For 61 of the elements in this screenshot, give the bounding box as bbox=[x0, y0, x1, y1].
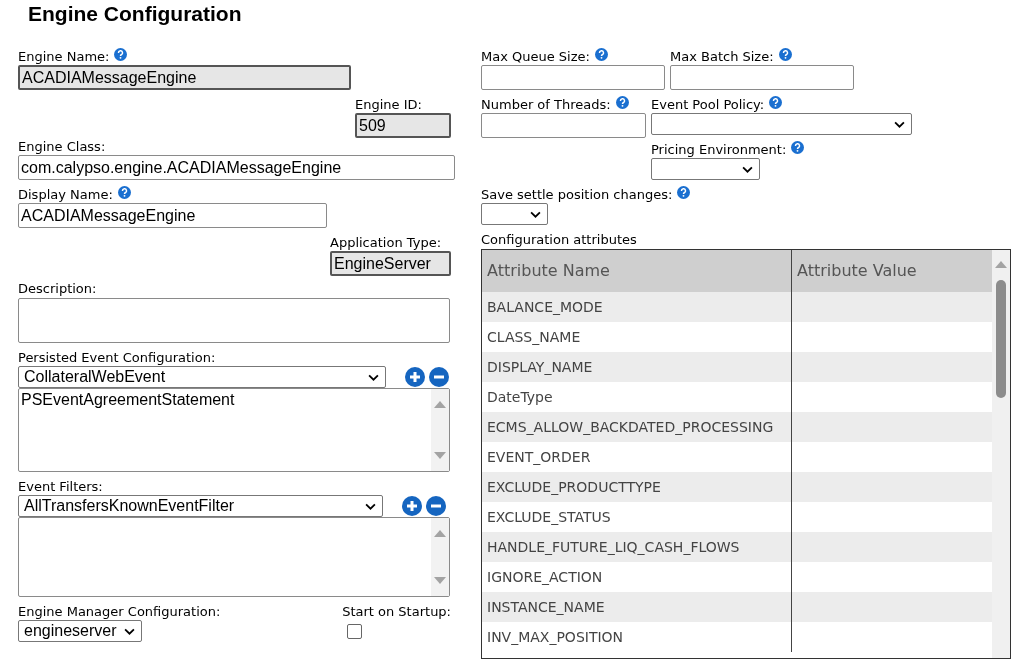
help-icon[interactable] bbox=[778, 48, 792, 61]
scrollbar[interactable] bbox=[431, 518, 449, 596]
field-label: Persisted Event Configuration: bbox=[18, 349, 216, 366]
chevron-down-icon bbox=[368, 373, 379, 381]
help-icon[interactable] bbox=[615, 96, 629, 109]
add-icon[interactable] bbox=[405, 367, 425, 387]
select-field[interactable]: CollateralWebEvent bbox=[18, 366, 386, 388]
number-of-threads-field[interactable] bbox=[481, 113, 646, 138]
field-label: Engine Class: bbox=[18, 138, 106, 155]
chevron-down-icon bbox=[894, 120, 905, 128]
list-box[interactable] bbox=[18, 517, 450, 597]
list-box[interactable]: PSEventAgreementStatement bbox=[18, 388, 450, 472]
help-icon[interactable] bbox=[677, 186, 691, 199]
field-label: Display Name: bbox=[18, 186, 113, 203]
display-name-field[interactable]: ACADIAMessageEngine bbox=[18, 203, 327, 228]
table-cell[interactable]: INV_MAX_POSITION bbox=[482, 622, 792, 652]
description-field[interactable] bbox=[18, 298, 450, 343]
chevron-down-icon bbox=[365, 502, 376, 510]
field-label: Pricing Environment: bbox=[651, 141, 787, 158]
field-label: Engine Manager Configuration: bbox=[18, 603, 221, 620]
scroll-up-icon[interactable] bbox=[434, 530, 446, 537]
field-label: Save settle position changes: bbox=[481, 186, 673, 203]
field-label: Event Pool Policy: bbox=[651, 96, 765, 113]
max-batch-size-field[interactable] bbox=[670, 65, 854, 90]
field-label: Description: bbox=[18, 280, 97, 297]
scrollbar[interactable] bbox=[431, 389, 449, 471]
field-label: Number of Threads: bbox=[481, 96, 611, 113]
field-label: Max Batch Size: bbox=[670, 48, 774, 65]
page-title: Engine Configuration bbox=[27, 1, 243, 27]
help-icon[interactable] bbox=[769, 96, 783, 109]
remove-icon[interactable] bbox=[429, 367, 449, 387]
checkbox[interactable] bbox=[347, 624, 363, 639]
add-icon[interactable] bbox=[402, 496, 422, 516]
scroll-down-icon[interactable] bbox=[434, 452, 446, 459]
select-field[interactable]: AllTransfersKnownEventFilter bbox=[18, 495, 383, 517]
field-label: Engine ID: bbox=[355, 96, 422, 113]
scrollbar-thumb[interactable] bbox=[996, 280, 1006, 398]
chevron-down-icon bbox=[124, 627, 135, 635]
select-field[interactable]: engineserver bbox=[18, 620, 142, 642]
column-header: Attribute Value bbox=[796, 260, 918, 282]
list-item[interactable]: PSEventAgreementStatement bbox=[21, 390, 429, 409]
help-icon[interactable] bbox=[117, 186, 131, 199]
select-field[interactable] bbox=[651, 113, 912, 135]
help-icon[interactable] bbox=[594, 48, 608, 61]
scroll-up-icon[interactable] bbox=[434, 401, 446, 408]
select-field[interactable] bbox=[651, 158, 760, 180]
field-label: Event Filters: bbox=[18, 478, 103, 495]
engine-class-field[interactable]: com.calypso.engine.ACADIAMessageEngine bbox=[18, 155, 455, 180]
help-icon[interactable] bbox=[791, 141, 805, 154]
scrollbar[interactable] bbox=[992, 250, 1010, 658]
field-label: Engine Name: bbox=[18, 48, 110, 65]
max-queue-size-field[interactable] bbox=[481, 65, 665, 90]
field-label: Application Type: bbox=[330, 234, 441, 251]
chevron-down-icon bbox=[530, 210, 541, 218]
chevron-down-icon bbox=[742, 165, 753, 173]
field-label: Start on Startup: bbox=[342, 603, 451, 620]
remove-icon[interactable] bbox=[426, 496, 446, 516]
section-label: Configuration attributes bbox=[481, 231, 637, 248]
select-field[interactable] bbox=[481, 203, 548, 225]
scroll-down-icon[interactable] bbox=[434, 577, 446, 584]
field-label: Max Queue Size: bbox=[481, 48, 590, 65]
